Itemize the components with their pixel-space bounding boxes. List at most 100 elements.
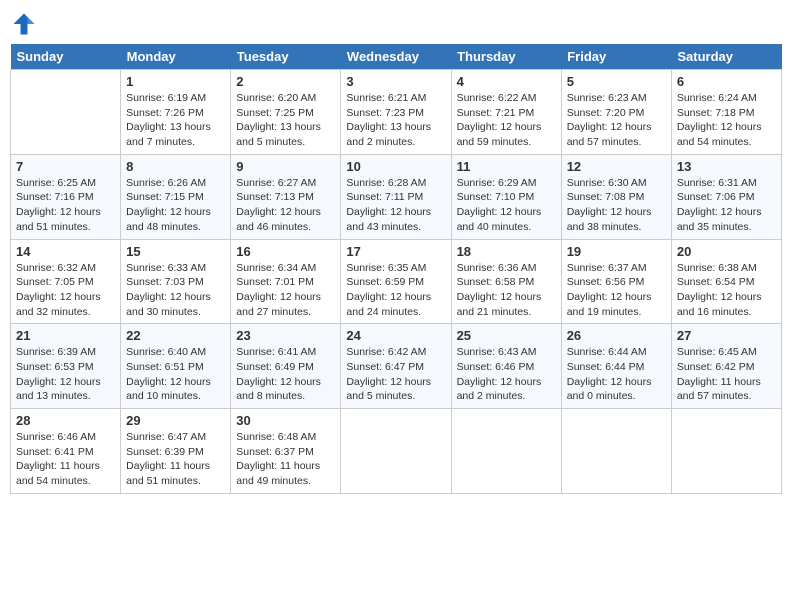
day-info: Sunrise: 6:38 AMSunset: 6:54 PMDaylight:…	[677, 261, 776, 320]
calendar-cell: 16Sunrise: 6:34 AMSunset: 7:01 PMDayligh…	[231, 239, 341, 324]
day-number: 17	[346, 244, 445, 259]
day-number: 3	[346, 74, 445, 89]
day-info: Sunrise: 6:32 AMSunset: 7:05 PMDaylight:…	[16, 261, 115, 320]
day-number: 1	[126, 74, 225, 89]
calendar-cell: 29Sunrise: 6:47 AMSunset: 6:39 PMDayligh…	[121, 409, 231, 494]
calendar-cell	[11, 70, 121, 155]
calendar-cell: 12 Sunrise: 6:30 AMSunset: 7:08 PMDayligh…	[561, 154, 671, 239]
day-info: Sunrise: 6:48 AMSunset: 6:37 PMDaylight:…	[236, 430, 335, 489]
day-info: Sunrise: 6:22 AMSunset: 7:21 PMDaylight:…	[457, 91, 556, 150]
calendar-cell: 6Sunrise: 6:24 AMSunset: 7:18 PMDaylight…	[671, 70, 781, 155]
day-info: Sunrise: 6:46 AMSunset: 6:41 PMDaylight:…	[16, 430, 115, 489]
day-number: 22	[126, 328, 225, 343]
calendar-cell: 8 Sunrise: 6:26 AMSunset: 7:15 PMDaylight…	[121, 154, 231, 239]
weekday-header-wednesday: Wednesday	[341, 44, 451, 70]
calendar-cell: 7 Sunrise: 6:25 AMSunset: 7:16 PMDaylight…	[11, 154, 121, 239]
day-info: Sunrise: 6:37 AMSunset: 6:56 PMDaylight:…	[567, 261, 666, 320]
calendar-cell: 18Sunrise: 6:36 AMSunset: 6:58 PMDayligh…	[451, 239, 561, 324]
calendar-cell: 25 Sunrise: 6:43 AMSunset: 6:46 PMDayligh…	[451, 324, 561, 409]
calendar-cell: 27Sunrise: 6:45 AMSunset: 6:42 PMDayligh…	[671, 324, 781, 409]
calendar-cell: 2Sunrise: 6:20 AMSunset: 7:25 PMDaylight…	[231, 70, 341, 155]
week-row-1: 1 Sunrise: 6:19 AMSunset: 7:26 PMDaylight…	[11, 70, 782, 155]
weekday-header-sunday: Sunday	[11, 44, 121, 70]
day-number: 24	[346, 328, 445, 343]
day-info: Sunrise: 6:27 AMSunset: 7:13 PMDaylight:…	[236, 176, 335, 235]
day-number: 13	[677, 159, 776, 174]
calendar-cell	[341, 409, 451, 494]
day-info: Sunrise: 6:43 AMSunset: 6:46 PMDaylight:…	[457, 345, 556, 404]
calendar-cell	[671, 409, 781, 494]
day-number: 8	[126, 159, 225, 174]
day-number: 9	[236, 159, 335, 174]
logo-icon	[10, 10, 38, 38]
calendar-cell: 15 Sunrise: 6:33 AMSunset: 7:03 PMDayligh…	[121, 239, 231, 324]
header	[10, 10, 782, 38]
calendar-cell: 1 Sunrise: 6:19 AMSunset: 7:26 PMDaylight…	[121, 70, 231, 155]
day-number: 2	[236, 74, 335, 89]
day-number: 27	[677, 328, 776, 343]
calendar-cell: 14 Sunrise: 6:32 AMSunset: 7:05 PMDayligh…	[11, 239, 121, 324]
day-number: 12	[567, 159, 666, 174]
weekday-header-row: SundayMondayTuesdayWednesdayThursdayFrid…	[11, 44, 782, 70]
page: SundayMondayTuesdayWednesdayThursdayFrid…	[10, 10, 782, 494]
day-number: 4	[457, 74, 556, 89]
day-number: 21	[16, 328, 115, 343]
day-info: Sunrise: 6:33 AMSunset: 7:03 PMDaylight:…	[126, 261, 225, 320]
day-info: Sunrise: 6:26 AMSunset: 7:15 PMDaylight:…	[126, 176, 225, 235]
calendar-cell: 4 Sunrise: 6:22 AMSunset: 7:21 PMDaylight…	[451, 70, 561, 155]
calendar-cell: 28 Sunrise: 6:46 AMSunset: 6:41 PMDayligh…	[11, 409, 121, 494]
day-info: Sunrise: 6:36 AMSunset: 6:58 PMDaylight:…	[457, 261, 556, 320]
calendar-cell	[451, 409, 561, 494]
calendar-table: SundayMondayTuesdayWednesdayThursdayFrid…	[10, 44, 782, 494]
day-info: Sunrise: 6:47 AMSunset: 6:39 PMDaylight:…	[126, 430, 225, 489]
day-info: Sunrise: 6:19 AMSunset: 7:26 PMDaylight:…	[126, 91, 225, 150]
day-number: 28	[16, 413, 115, 428]
calendar-cell: 3 Sunrise: 6:21 AMSunset: 7:23 PMDaylight…	[341, 70, 451, 155]
calendar-cell: 21Sunrise: 6:39 AMSunset: 6:53 PMDayligh…	[11, 324, 121, 409]
day-info: Sunrise: 6:28 AMSunset: 7:11 PMDaylight:…	[346, 176, 445, 235]
calendar-cell: 24 Sunrise: 6:42 AMSunset: 6:47 PMDayligh…	[341, 324, 451, 409]
day-info: Sunrise: 6:21 AMSunset: 7:23 PMDaylight:…	[346, 91, 445, 150]
calendar-cell: 20 Sunrise: 6:38 AMSunset: 6:54 PMDayligh…	[671, 239, 781, 324]
calendar-cell: 30 Sunrise: 6:48 AMSunset: 6:37 PMDayligh…	[231, 409, 341, 494]
calendar-cell: 19 Sunrise: 6:37 AMSunset: 6:56 PMDayligh…	[561, 239, 671, 324]
week-row-3: 14 Sunrise: 6:32 AMSunset: 7:05 PMDayligh…	[11, 239, 782, 324]
day-number: 26	[567, 328, 666, 343]
week-row-4: 21Sunrise: 6:39 AMSunset: 6:53 PMDayligh…	[11, 324, 782, 409]
day-info: Sunrise: 6:30 AMSunset: 7:08 PMDaylight:…	[567, 176, 666, 235]
calendar-cell: 5 Sunrise: 6:23 AMSunset: 7:20 PMDaylight…	[561, 70, 671, 155]
day-number: 30	[236, 413, 335, 428]
calendar-cell: 9 Sunrise: 6:27 AMSunset: 7:13 PMDaylight…	[231, 154, 341, 239]
calendar-cell: 10 Sunrise: 6:28 AMSunset: 7:11 PMDayligh…	[341, 154, 451, 239]
weekday-header-saturday: Saturday	[671, 44, 781, 70]
day-info: Sunrise: 6:29 AMSunset: 7:10 PMDaylight:…	[457, 176, 556, 235]
calendar-cell: 17Sunrise: 6:35 AMSunset: 6:59 PMDayligh…	[341, 239, 451, 324]
day-info: Sunrise: 6:34 AMSunset: 7:01 PMDaylight:…	[236, 261, 335, 320]
day-number: 5	[567, 74, 666, 89]
day-number: 25	[457, 328, 556, 343]
calendar-cell: 23Sunrise: 6:41 AMSunset: 6:49 PMDayligh…	[231, 324, 341, 409]
day-number: 15	[126, 244, 225, 259]
day-info: Sunrise: 6:24 AMSunset: 7:18 PMDaylight:…	[677, 91, 776, 150]
logo	[10, 10, 42, 38]
weekday-header-friday: Friday	[561, 44, 671, 70]
calendar-cell: 13 Sunrise: 6:31 AMSunset: 7:06 PMDayligh…	[671, 154, 781, 239]
calendar-cell: 22 Sunrise: 6:40 AMSunset: 6:51 PMDayligh…	[121, 324, 231, 409]
weekday-header-tuesday: Tuesday	[231, 44, 341, 70]
day-info: Sunrise: 6:41 AMSunset: 6:49 PMDaylight:…	[236, 345, 335, 404]
week-row-2: 7 Sunrise: 6:25 AMSunset: 7:16 PMDaylight…	[11, 154, 782, 239]
day-number: 10	[346, 159, 445, 174]
day-info: Sunrise: 6:40 AMSunset: 6:51 PMDaylight:…	[126, 345, 225, 404]
day-info: Sunrise: 6:44 AMSunset: 6:44 PMDaylight:…	[567, 345, 666, 404]
day-number: 20	[677, 244, 776, 259]
day-info: Sunrise: 6:31 AMSunset: 7:06 PMDaylight:…	[677, 176, 776, 235]
day-number: 7	[16, 159, 115, 174]
day-info: Sunrise: 6:25 AMSunset: 7:16 PMDaylight:…	[16, 176, 115, 235]
day-number: 19	[567, 244, 666, 259]
calendar-cell: 11 Sunrise: 6:29 AMSunset: 7:10 PMDayligh…	[451, 154, 561, 239]
day-info: Sunrise: 6:23 AMSunset: 7:20 PMDaylight:…	[567, 91, 666, 150]
weekday-header-monday: Monday	[121, 44, 231, 70]
day-number: 14	[16, 244, 115, 259]
day-info: Sunrise: 6:42 AMSunset: 6:47 PMDaylight:…	[346, 345, 445, 404]
day-number: 11	[457, 159, 556, 174]
